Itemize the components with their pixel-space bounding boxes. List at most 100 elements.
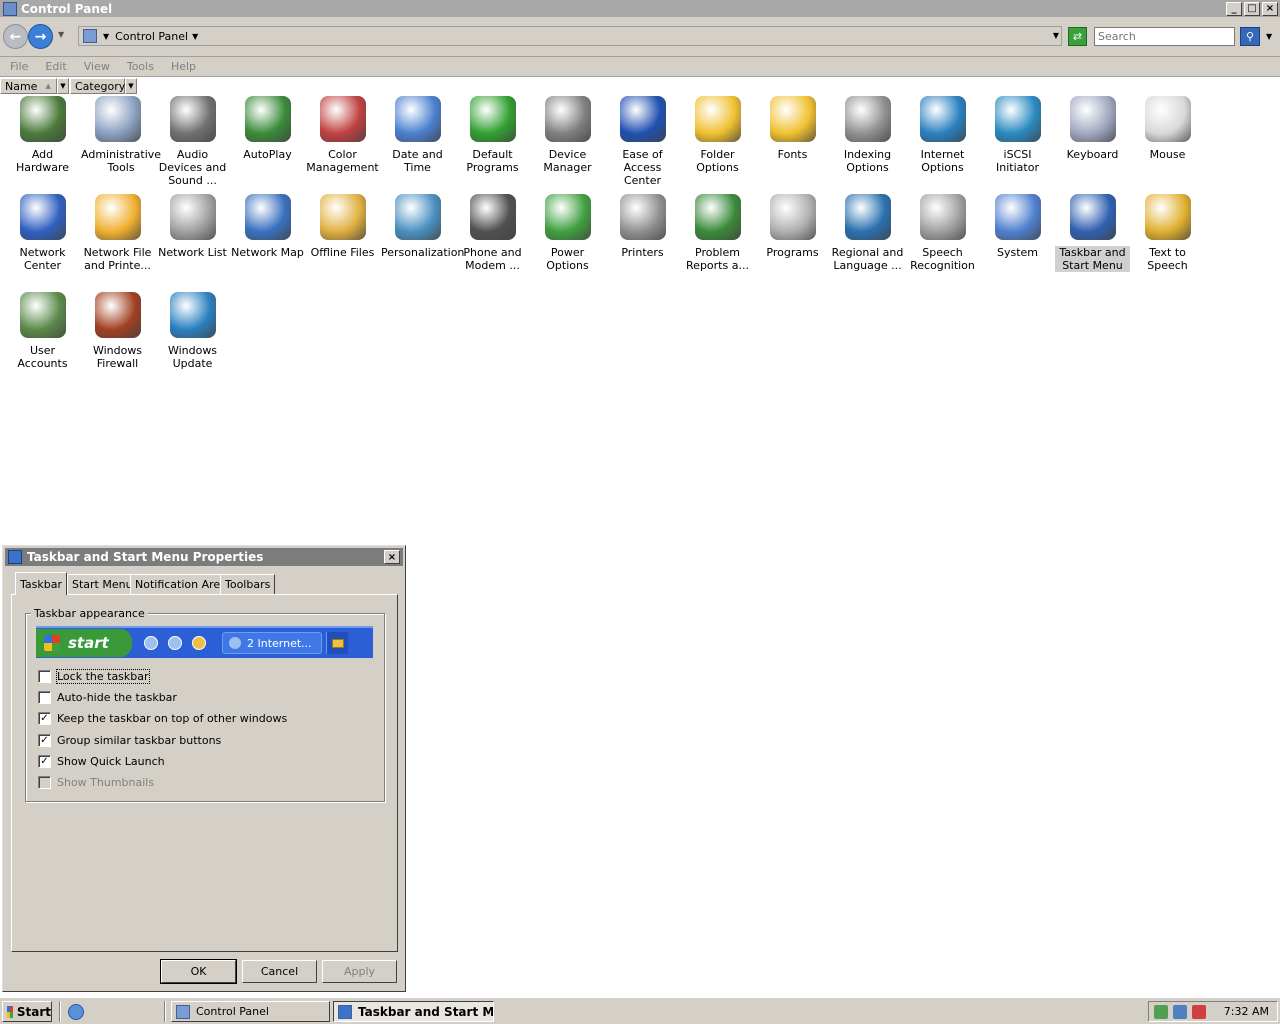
cp-item[interactable]: iSCSI Initiator xyxy=(980,96,1055,174)
security-shield-icon[interactable] xyxy=(1154,1004,1168,1019)
chevron-down-icon[interactable]: ▼ xyxy=(192,32,198,41)
address-dropdown[interactable]: ▼ xyxy=(1053,31,1059,40)
start-button[interactable]: Start xyxy=(2,1001,52,1022)
cp-item[interactable]: Date and Time xyxy=(380,96,455,174)
option-checkbox[interactable]: Lock the taskbar xyxy=(38,669,150,684)
cp-item[interactable]: Phone and Modem ... xyxy=(455,194,530,272)
cp-item[interactable]: System xyxy=(980,194,1055,259)
cp-item[interactable]: Mouse xyxy=(1130,96,1205,161)
minimize-button[interactable]: _ xyxy=(1226,1,1242,16)
cp-item[interactable]: Color Management xyxy=(305,96,380,174)
option-checkbox[interactable]: ✓ Show Quick Launch xyxy=(38,755,165,768)
cp-item[interactable]: Power Options xyxy=(530,194,605,272)
cp-item[interactable]: AutoPlay xyxy=(230,96,305,161)
forward-button[interactable]: → xyxy=(28,24,53,49)
cp-item[interactable]: Internet Options xyxy=(905,96,980,174)
option-checkbox[interactable]: ✓ Keep the taskbar on top of other window… xyxy=(38,712,287,725)
close-button[interactable]: × xyxy=(1262,1,1278,16)
checkbox-icon[interactable] xyxy=(38,691,51,704)
checkbox-icon[interactable] xyxy=(38,670,51,683)
cp-item[interactable]: Folder Options xyxy=(680,96,755,174)
cancel-button[interactable]: Cancel xyxy=(242,960,317,983)
menu-tools[interactable]: Tools xyxy=(127,60,154,73)
menu-view[interactable]: View xyxy=(84,60,110,73)
cp-item[interactable]: Network List xyxy=(155,194,230,259)
globe-icon xyxy=(844,194,891,240)
tab-start-menu[interactable]: Start Menu xyxy=(67,574,138,594)
maximize-button[interactable]: □ xyxy=(1244,1,1260,16)
cp-item[interactable]: Fonts xyxy=(755,96,830,161)
taskbar-start-icon xyxy=(8,550,22,564)
apply-button[interactable]: Apply xyxy=(322,960,397,983)
column-name-dropdown[interactable]: ▼ xyxy=(57,78,69,94)
checkmark-icon[interactable]: ✓ xyxy=(38,755,51,768)
cp-item[interactable]: Programs xyxy=(755,194,830,259)
checkmark-icon[interactable]: ✓ xyxy=(38,734,51,747)
administrative-tools-icon xyxy=(94,96,141,142)
menu-help[interactable]: Help xyxy=(171,60,196,73)
refresh-button[interactable]: ⇄ xyxy=(1068,27,1087,46)
back-button[interactable]: ← xyxy=(3,24,28,49)
cp-item-label: Personalization xyxy=(381,246,465,259)
task-taskbar-properties[interactable]: Taskbar and Start M... xyxy=(333,1001,494,1022)
cp-item[interactable]: Personalization xyxy=(380,194,464,259)
tab-taskbar[interactable]: Taskbar xyxy=(15,572,67,595)
address-field[interactable]: ▼ Control Panel ▼ ▼ xyxy=(78,26,1062,46)
cp-item-label: Regional and Language ... xyxy=(831,246,904,272)
dialog-close-button[interactable]: × xyxy=(384,550,400,564)
column-category[interactable]: Category xyxy=(70,78,125,94)
option-label: Group similar taskbar buttons xyxy=(57,734,222,747)
breadcrumb-control-panel[interactable]: Control Panel xyxy=(115,30,188,43)
search-input[interactable] xyxy=(1094,27,1235,46)
cp-item-label: Network Map xyxy=(231,246,304,259)
menu-file[interactable]: File xyxy=(10,60,28,73)
cp-item[interactable]: Network File and Printe... xyxy=(80,194,155,272)
option-checkbox[interactable]: Auto-hide the taskbar xyxy=(38,691,177,704)
clock[interactable]: 7:32 AM xyxy=(1224,1005,1269,1018)
cp-item[interactable]: Windows Update xyxy=(155,292,230,370)
cp-item-label: Device Manager xyxy=(543,148,592,174)
option-checkbox[interactable]: Show Thumbnails xyxy=(38,776,154,789)
tab-toolbars[interactable]: Toolbars xyxy=(220,574,276,594)
network-disconnected-icon[interactable] xyxy=(1192,1004,1206,1019)
cp-item[interactable]: Windows Firewall xyxy=(80,292,155,370)
menu-edit[interactable]: Edit xyxy=(45,60,66,73)
checkbox-icon[interactable] xyxy=(38,776,51,789)
menu-bar: File Edit View Tools Help xyxy=(0,57,1280,77)
ie-icon[interactable] xyxy=(68,1004,84,1020)
cp-item[interactable]: Printers xyxy=(605,194,680,259)
cp-item[interactable]: Speech Recognition xyxy=(905,194,980,272)
cp-item[interactable]: Ease of Access Center xyxy=(605,96,680,187)
column-category-dropdown[interactable]: ▼ xyxy=(125,78,137,94)
search-dropdown[interactable]: ▼ xyxy=(1266,32,1272,41)
cp-item[interactable]: Administrative Tools xyxy=(80,96,161,174)
cp-item[interactable]: User Accounts xyxy=(5,292,80,370)
cp-item[interactable]: Problem Reports a... xyxy=(680,194,755,272)
ok-button[interactable]: OK xyxy=(160,959,237,984)
cp-item[interactable]: Text to Speech xyxy=(1130,194,1205,272)
cp-item[interactable]: Network Map xyxy=(230,194,305,259)
tab-notification-area[interactable]: Notification Area xyxy=(130,574,232,594)
search-button[interactable]: ⚲ xyxy=(1240,27,1260,46)
cp-item[interactable]: Default Programs xyxy=(455,96,530,174)
cp-item[interactable]: Network Center xyxy=(5,194,80,272)
windows-flag-icon xyxy=(7,1005,13,1018)
cp-item[interactable]: Keyboard xyxy=(1055,96,1130,161)
window-title: Control Panel xyxy=(21,1,113,16)
cp-item[interactable]: Regional and Language ... xyxy=(830,194,905,272)
task-control-panel[interactable]: Control Panel xyxy=(171,1001,330,1022)
cp-item[interactable]: Offline Files xyxy=(305,194,380,259)
chevron-down-icon[interactable]: ▼ xyxy=(103,32,109,41)
column-name[interactable]: Name ▲ xyxy=(0,78,57,94)
cp-item[interactable]: Add Hardware xyxy=(5,96,80,174)
cp-item-label: System xyxy=(996,246,1039,259)
checkmark-icon[interactable]: ✓ xyxy=(38,712,51,725)
network-icon[interactable] xyxy=(1173,1004,1187,1019)
recent-pages-dropdown[interactable]: ▼ xyxy=(58,30,64,39)
cp-item[interactable]: Taskbar and Start Menu xyxy=(1055,194,1130,272)
cp-item[interactable]: Indexing Options xyxy=(830,96,905,174)
firewall-icon xyxy=(94,292,141,338)
option-checkbox[interactable]: ✓ Group similar taskbar buttons xyxy=(38,734,221,747)
cp-item[interactable]: Device Manager xyxy=(530,96,605,174)
cp-item[interactable]: Audio Devices and Sound ... xyxy=(155,96,230,187)
